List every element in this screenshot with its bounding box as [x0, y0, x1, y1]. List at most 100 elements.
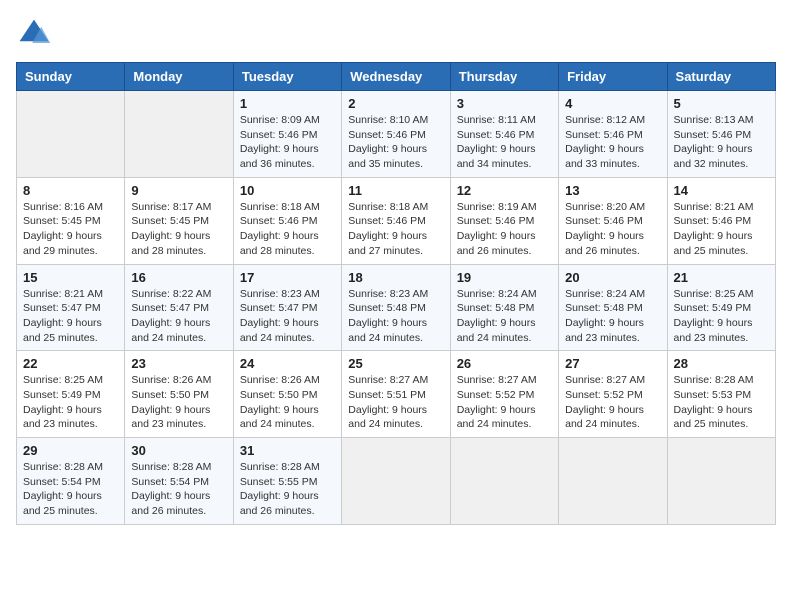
calendar-day: 29 Sunrise: 8:28 AMSunset: 5:54 PMDayligh…	[17, 438, 125, 525]
calendar-day: 11Sunrise: 8:18 AMSunset: 5:46 PMDayligh…	[342, 177, 450, 264]
logo-icon	[16, 16, 52, 52]
day-info: Sunrise: 8:12 AMSunset: 5:46 PMDaylight:…	[565, 114, 645, 170]
day-number: 12	[457, 183, 552, 198]
calendar-day: 25 Sunrise: 8:27 AMSunset: 5:51 PMDayligh…	[342, 351, 450, 438]
calendar-day	[342, 438, 450, 525]
day-number: 20	[565, 270, 660, 285]
col-header-monday: Monday	[125, 63, 233, 91]
calendar-day: 13 Sunrise: 8:20 AMSunset: 5:46 PMDayligh…	[559, 177, 667, 264]
calendar-day: 4 Sunrise: 8:12 AMSunset: 5:46 PMDaylight…	[559, 91, 667, 178]
day-info: Sunrise: 8:22 AMSunset: 5:47 PMDaylight:…	[131, 288, 211, 344]
calendar-day: 28 Sunrise: 8:28 AMSunset: 5:53 PMDayligh…	[667, 351, 775, 438]
calendar-header: SundayMondayTuesdayWednesdayThursdayFrid…	[17, 63, 776, 91]
day-info: Sunrise: 8:26 AMSunset: 5:50 PMDaylight:…	[240, 374, 320, 430]
day-number: 3	[457, 96, 552, 111]
day-number: 5	[674, 96, 769, 111]
calendar-day: 22 Sunrise: 8:25 AMSunset: 5:49 PMDayligh…	[17, 351, 125, 438]
day-number: 18	[348, 270, 443, 285]
calendar-day	[125, 91, 233, 178]
calendar-day: 30Sunrise: 8:28 AMSunset: 5:54 PMDayligh…	[125, 438, 233, 525]
calendar-week-5: 29 Sunrise: 8:28 AMSunset: 5:54 PMDayligh…	[17, 438, 776, 525]
day-number: 27	[565, 356, 660, 371]
col-header-friday: Friday	[559, 63, 667, 91]
day-number: 17	[240, 270, 335, 285]
day-info: Sunrise: 8:28 AMSunset: 5:53 PMDaylight:…	[674, 374, 754, 430]
col-header-saturday: Saturday	[667, 63, 775, 91]
day-number: 30	[131, 443, 226, 458]
day-info: Sunrise: 8:09 AMSunset: 5:46 PMDaylight:…	[240, 114, 320, 170]
calendar-week-1: 1Sunrise: 8:09 AMSunset: 5:46 PMDaylight…	[17, 91, 776, 178]
day-info: Sunrise: 8:28 AMSunset: 5:54 PMDaylight:…	[23, 461, 103, 517]
day-number: 22	[23, 356, 118, 371]
day-number: 19	[457, 270, 552, 285]
day-info: Sunrise: 8:23 AMSunset: 5:48 PMDaylight:…	[348, 288, 428, 344]
day-number: 2	[348, 96, 443, 111]
day-info: Sunrise: 8:20 AMSunset: 5:46 PMDaylight:…	[565, 201, 645, 257]
calendar-day: 24Sunrise: 8:26 AMSunset: 5:50 PMDayligh…	[233, 351, 341, 438]
day-number: 31	[240, 443, 335, 458]
calendar-day: 9Sunrise: 8:17 AMSunset: 5:45 PMDaylight…	[125, 177, 233, 264]
calendar-day	[450, 438, 558, 525]
day-number: 14	[674, 183, 769, 198]
day-info: Sunrise: 8:10 AMSunset: 5:46 PMDaylight:…	[348, 114, 428, 170]
day-number: 13	[565, 183, 660, 198]
calendar-day	[559, 438, 667, 525]
calendar-day: 2 Sunrise: 8:10 AMSunset: 5:46 PMDaylight…	[342, 91, 450, 178]
day-info: Sunrise: 8:24 AMSunset: 5:48 PMDaylight:…	[457, 288, 537, 344]
day-info: Sunrise: 8:21 AMSunset: 5:46 PMDaylight:…	[674, 201, 754, 257]
page-header	[16, 16, 776, 52]
day-info: Sunrise: 8:25 AMSunset: 5:49 PMDaylight:…	[674, 288, 754, 344]
col-header-thursday: Thursday	[450, 63, 558, 91]
day-info: Sunrise: 8:18 AMSunset: 5:46 PMDaylight:…	[240, 201, 320, 257]
day-info: Sunrise: 8:24 AMSunset: 5:48 PMDaylight:…	[565, 288, 645, 344]
day-number: 15	[23, 270, 118, 285]
calendar-day: 16 Sunrise: 8:22 AMSunset: 5:47 PMDayligh…	[125, 264, 233, 351]
calendar-day: 12 Sunrise: 8:19 AMSunset: 5:46 PMDayligh…	[450, 177, 558, 264]
calendar-day	[667, 438, 775, 525]
day-number: 4	[565, 96, 660, 111]
calendar-day: 26 Sunrise: 8:27 AMSunset: 5:52 PMDayligh…	[450, 351, 558, 438]
calendar-day: 27 Sunrise: 8:27 AMSunset: 5:52 PMDayligh…	[559, 351, 667, 438]
calendar-day: 31 Sunrise: 8:28 AMSunset: 5:55 PMDayligh…	[233, 438, 341, 525]
day-info: Sunrise: 8:23 AMSunset: 5:47 PMDaylight:…	[240, 288, 320, 344]
calendar-table: SundayMondayTuesdayWednesdayThursdayFrid…	[16, 62, 776, 525]
calendar-day: 14 Sunrise: 8:21 AMSunset: 5:46 PMDayligh…	[667, 177, 775, 264]
day-info: Sunrise: 8:26 AMSunset: 5:50 PMDaylight:…	[131, 374, 211, 430]
day-info: Sunrise: 8:13 AMSunset: 5:46 PMDaylight:…	[674, 114, 754, 170]
calendar-day: 8 Sunrise: 8:16 AMSunset: 5:45 PMDaylight…	[17, 177, 125, 264]
col-header-sunday: Sunday	[17, 63, 125, 91]
day-info: Sunrise: 8:27 AMSunset: 5:52 PMDaylight:…	[565, 374, 645, 430]
day-number: 11	[348, 183, 443, 198]
day-number: 8	[23, 183, 118, 198]
day-info: Sunrise: 8:25 AMSunset: 5:49 PMDaylight:…	[23, 374, 103, 430]
calendar-day: 3 Sunrise: 8:11 AMSunset: 5:46 PMDaylight…	[450, 91, 558, 178]
calendar-week-4: 22 Sunrise: 8:25 AMSunset: 5:49 PMDayligh…	[17, 351, 776, 438]
day-number: 23	[131, 356, 226, 371]
col-header-tuesday: Tuesday	[233, 63, 341, 91]
col-header-wednesday: Wednesday	[342, 63, 450, 91]
calendar-day: 1Sunrise: 8:09 AMSunset: 5:46 PMDaylight…	[233, 91, 341, 178]
day-info: Sunrise: 8:27 AMSunset: 5:52 PMDaylight:…	[457, 374, 537, 430]
calendar-day: 10 Sunrise: 8:18 AMSunset: 5:46 PMDayligh…	[233, 177, 341, 264]
day-number: 16	[131, 270, 226, 285]
day-info: Sunrise: 8:27 AMSunset: 5:51 PMDaylight:…	[348, 374, 428, 430]
calendar-week-3: 15 Sunrise: 8:21 AMSunset: 5:47 PMDayligh…	[17, 264, 776, 351]
day-number: 26	[457, 356, 552, 371]
day-number: 10	[240, 183, 335, 198]
day-info: Sunrise: 8:11 AMSunset: 5:46 PMDaylight:…	[457, 114, 536, 170]
day-info: Sunrise: 8:21 AMSunset: 5:47 PMDaylight:…	[23, 288, 103, 344]
day-number: 21	[674, 270, 769, 285]
calendar-day: 5 Sunrise: 8:13 AMSunset: 5:46 PMDaylight…	[667, 91, 775, 178]
calendar-day: 18 Sunrise: 8:23 AMSunset: 5:48 PMDayligh…	[342, 264, 450, 351]
day-number: 25	[348, 356, 443, 371]
calendar-day: 15 Sunrise: 8:21 AMSunset: 5:47 PMDayligh…	[17, 264, 125, 351]
day-info: Sunrise: 8:19 AMSunset: 5:46 PMDaylight:…	[457, 201, 537, 257]
calendar-day	[17, 91, 125, 178]
logo	[16, 16, 56, 52]
day-number: 28	[674, 356, 769, 371]
calendar-day: 20 Sunrise: 8:24 AMSunset: 5:48 PMDayligh…	[559, 264, 667, 351]
day-info: Sunrise: 8:17 AMSunset: 5:45 PMDaylight:…	[131, 201, 211, 257]
day-number: 29	[23, 443, 118, 458]
day-info: Sunrise: 8:16 AMSunset: 5:45 PMDaylight:…	[23, 201, 103, 257]
day-info: Sunrise: 8:28 AMSunset: 5:55 PMDaylight:…	[240, 461, 320, 517]
